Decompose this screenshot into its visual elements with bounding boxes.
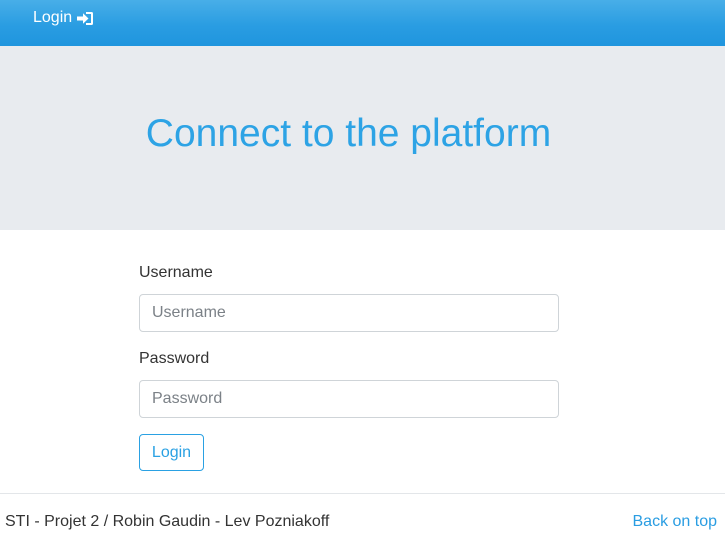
nav-login-label: Login — [33, 9, 73, 26]
back-to-top-link[interactable]: Back on top — [633, 513, 718, 531]
footer-credits: STI - Projet 2 / Robin Gaudin - Lev Pozn… — [5, 513, 330, 530]
username-placeholder: Username — [152, 304, 226, 321]
nav-login-link[interactable]: Login — [33, 7, 94, 29]
page-title: Connect to the platform — [145, 112, 552, 155]
login-button[interactable]: Login — [139, 434, 204, 471]
password-label: Password — [139, 350, 210, 367]
password-input[interactable]: Password — [139, 380, 559, 418]
password-placeholder: Password — [152, 390, 223, 407]
username-input[interactable]: Username — [139, 294, 559, 332]
sign-in-icon — [77, 11, 94, 26]
page-footer: STI - Projet 2 / Robin Gaudin - Lev Pozn… — [0, 493, 725, 535]
username-label: Username — [139, 264, 213, 281]
top-navbar: Login — [0, 0, 725, 46]
hero-banner: Connect to the platform — [0, 46, 725, 230]
